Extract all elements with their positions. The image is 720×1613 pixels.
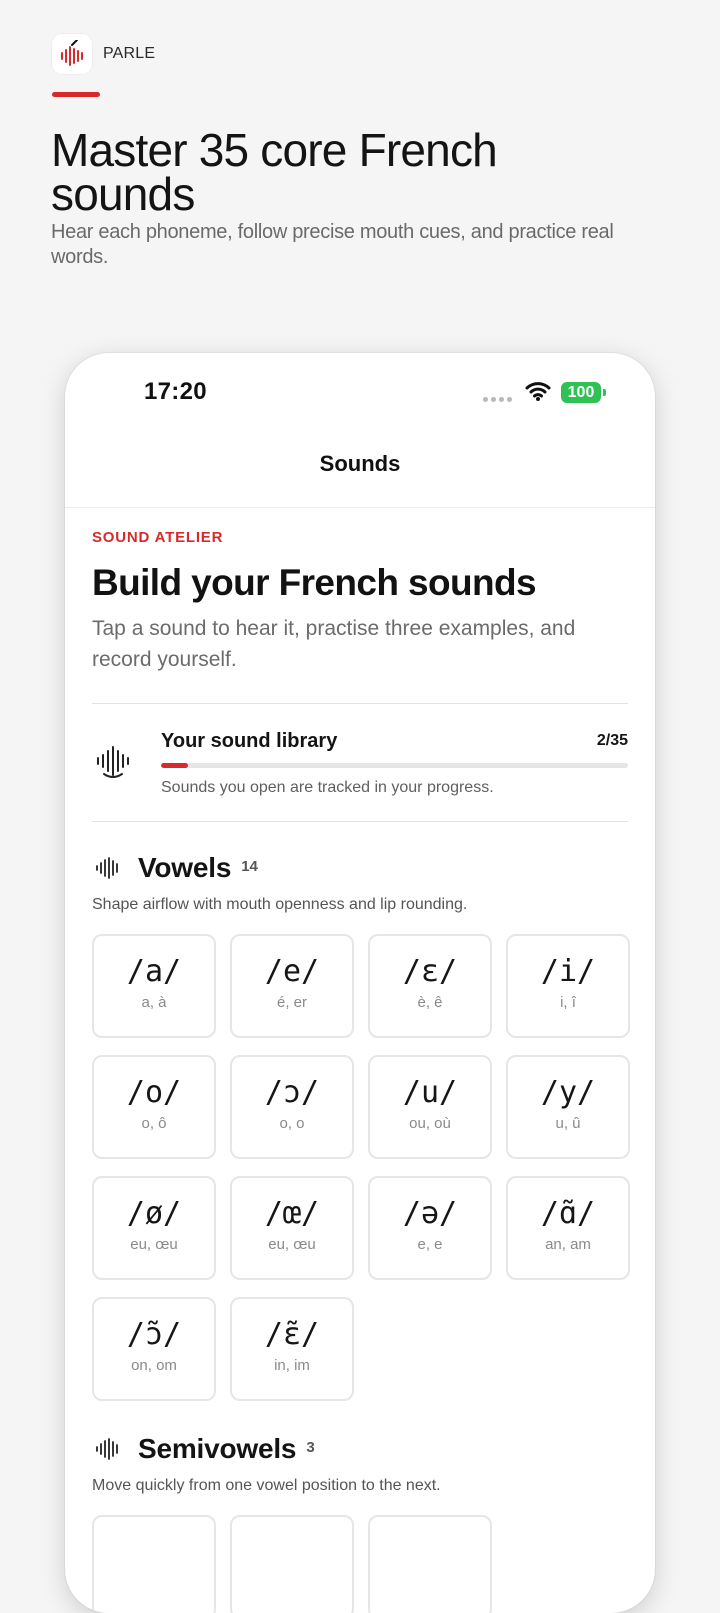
sound-tile[interactable]: /ə/e, e bbox=[368, 1176, 492, 1280]
eyebrow-label: SOUND ATELIER bbox=[92, 529, 224, 546]
vowels-header: Vowels 14 bbox=[92, 850, 628, 886]
waveform-icon bbox=[95, 1438, 121, 1460]
sound-ipa: /y/ bbox=[540, 1075, 596, 1110]
vowels-grid: /a/a, à/e/é, er/ɛ/è, ê/i/i, î/o/o, ô/ɔ/o… bbox=[92, 934, 630, 1401]
wifi-icon bbox=[525, 382, 551, 401]
sound-library-card[interactable]: Your sound library 2/35 Sounds you open … bbox=[92, 704, 628, 821]
sound-spelling: i, î bbox=[560, 994, 576, 1011]
sound-tile[interactable]: /œ/eu, œu bbox=[230, 1176, 354, 1280]
brand-underline bbox=[52, 92, 100, 97]
sound-spelling: a, à bbox=[141, 994, 167, 1011]
sound-tile[interactable]: /ɛ̃/ in, im bbox=[230, 1297, 354, 1401]
sound-ipa: /œ/ bbox=[264, 1196, 320, 1231]
semivowels-description: Move quickly from one vowel position to … bbox=[92, 1477, 441, 1494]
sound-tile[interactable]: /o/o, ô bbox=[92, 1055, 216, 1159]
sound-spelling: on, om bbox=[131, 1357, 177, 1374]
sound-ipa: /a/ bbox=[126, 954, 182, 989]
semivowels-header: Semivowels 3 bbox=[92, 1431, 628, 1467]
sound-spelling: an, am bbox=[545, 1236, 591, 1253]
sounds-content: SOUND ATELIER Build your French sounds T… bbox=[92, 529, 630, 1613]
app-logo bbox=[52, 34, 92, 74]
semivowels-count: 3 bbox=[306, 1438, 315, 1456]
sound-tile[interactable]: /a/a, à bbox=[92, 934, 216, 1038]
battery-indicator: 100 bbox=[561, 382, 601, 403]
library-title: Your sound library bbox=[161, 730, 338, 752]
sound-spelling: e, e bbox=[417, 1236, 443, 1253]
semivowels-grid bbox=[92, 1515, 628, 1613]
hero-subtitle: Hear each phoneme, follow precise mouth … bbox=[51, 221, 614, 268]
sound-spelling: u, û bbox=[555, 1115, 581, 1132]
sound-spelling: eu, œu bbox=[130, 1236, 178, 1253]
sound-ipa: /u/ bbox=[402, 1075, 458, 1110]
sound-ipa: /ɛ/ bbox=[402, 954, 458, 989]
nav-title: Sounds bbox=[319, 451, 401, 476]
semivowels-title: Semivowels bbox=[138, 1433, 297, 1464]
sound-tile[interactable]: /ɔ̃/ on, om bbox=[92, 1297, 216, 1401]
sound-spelling: è, ê bbox=[417, 994, 443, 1011]
sound-tile[interactable]: /ɑ̃/ an, am bbox=[506, 1176, 630, 1280]
library-progress-bar bbox=[161, 763, 628, 768]
nav-divider bbox=[65, 507, 655, 508]
cellular-signal-icon bbox=[483, 397, 512, 402]
sound-spelling: é, er bbox=[276, 994, 307, 1011]
sound-ipa: /i/ bbox=[540, 954, 596, 989]
page-title: Build your French sounds bbox=[92, 562, 537, 603]
sound-tile[interactable]: /i/i, î bbox=[506, 934, 630, 1038]
hero-title: Master 35 core French sounds bbox=[51, 124, 498, 220]
sound-face-icon bbox=[97, 746, 129, 778]
sound-tile[interactable]: /ɔ/o, o bbox=[230, 1055, 354, 1159]
sound-spelling: in, im bbox=[274, 1357, 310, 1374]
library-count: 2/35 bbox=[596, 732, 628, 749]
vowels-description: Shape airflow with mouth openness and li… bbox=[92, 896, 468, 913]
waveform-icon bbox=[61, 40, 83, 66]
sound-tile[interactable] bbox=[368, 1515, 492, 1613]
sound-ipa: /o/ bbox=[126, 1075, 182, 1110]
status-time: 17:20 bbox=[144, 378, 207, 405]
sound-spelling: ou, où bbox=[409, 1115, 451, 1132]
sound-tile[interactable]: /u/ou, où bbox=[368, 1055, 492, 1159]
divider bbox=[92, 821, 628, 822]
waveform-icon bbox=[95, 857, 121, 879]
sound-tile[interactable] bbox=[230, 1515, 354, 1613]
sound-spelling: o, ô bbox=[141, 1115, 167, 1132]
sound-tile[interactable] bbox=[92, 1515, 216, 1613]
library-note: Sounds you open are tracked in your prog… bbox=[161, 779, 494, 796]
sound-tile[interactable]: /y/u, û bbox=[506, 1055, 630, 1159]
sound-ipa: /ə/ bbox=[402, 1196, 458, 1231]
sound-tile[interactable]: /ɛ/è, ê bbox=[368, 934, 492, 1038]
sound-ipa: /e/ bbox=[264, 954, 320, 989]
brand-name: PARLE bbox=[103, 45, 156, 62]
vowels-title: Vowels bbox=[138, 852, 232, 883]
page-description: Tap a sound to hear it, practise three e… bbox=[92, 617, 576, 671]
battery-tip bbox=[603, 389, 606, 396]
sound-ipa: /ɑ̃/ bbox=[540, 1196, 596, 1231]
sound-tile[interactable]: /ø/eu, œu bbox=[92, 1176, 216, 1280]
brand: PARLE bbox=[52, 34, 155, 74]
sound-ipa: /ɛ̃/ bbox=[264, 1317, 320, 1352]
library-progress-fill bbox=[161, 763, 188, 768]
sound-spelling: eu, œu bbox=[268, 1236, 316, 1253]
sound-spelling: o, o bbox=[279, 1115, 305, 1132]
vowels-count: 14 bbox=[241, 857, 258, 875]
phone-frame: 17:20 100 Sounds SOUND ATELIER Build you… bbox=[65, 353, 655, 1613]
sound-tile[interactable]: /e/é, er bbox=[230, 934, 354, 1038]
sound-ipa: /ɔ̃/ bbox=[126, 1317, 182, 1352]
sound-ipa: /ɔ/ bbox=[264, 1075, 320, 1110]
sound-ipa: /ø/ bbox=[126, 1196, 182, 1231]
